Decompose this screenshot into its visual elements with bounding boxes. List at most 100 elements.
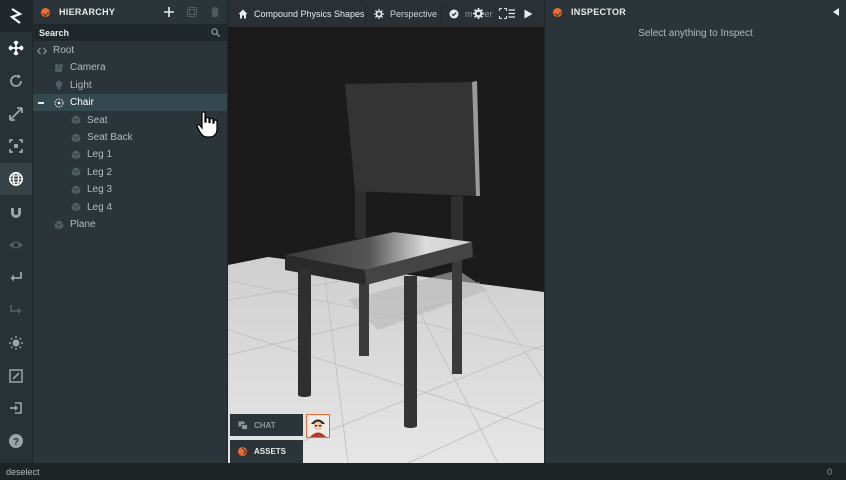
launch-play-button[interactable]: [524, 5, 533, 22]
chat-icon: [238, 421, 248, 430]
chat-label: CHAT: [254, 420, 276, 430]
trash-icon: [211, 7, 219, 17]
tree-item[interactable]: Leg 1: [33, 146, 227, 163]
hand-cursor-icon: [196, 111, 218, 138]
tree-item-label: Light: [70, 79, 92, 91]
duplicate-entity-button[interactable]: [184, 4, 200, 20]
redo-button[interactable]: [0, 294, 32, 326]
move-tool-button[interactable]: [0, 32, 32, 64]
status-count: 0: [826, 466, 832, 477]
layout-icon: [499, 8, 515, 19]
layout-button[interactable]: [499, 5, 515, 22]
cube-icon: [71, 202, 81, 212]
assets-collapse-icon[interactable]: [238, 447, 247, 456]
add-entity-button[interactable]: [161, 4, 177, 20]
tree-item-label: Leg 4: [87, 201, 113, 213]
code-editor-button[interactable]: [0, 360, 32, 392]
help-icon: ?: [9, 434, 23, 448]
scene-viewport[interactable]: Compound Physics Shapes Perspective mast…: [228, 0, 544, 463]
project-home-button[interactable]: Compound Physics Shapes: [234, 5, 369, 22]
delete-entity-button[interactable]: [207, 4, 223, 20]
assets-label: ASSETS: [254, 447, 287, 456]
inspector-empty-message: Select anything to Inspect: [638, 28, 753, 39]
logo-icon[interactable]: [0, 0, 32, 32]
lightmapper-button[interactable]: [0, 327, 32, 359]
camera-icon: [54, 63, 64, 73]
tree-item[interactable]: Plane: [33, 216, 227, 233]
snap-tool-button[interactable]: [0, 196, 32, 228]
collapse-panel-icon[interactable]: [41, 7, 50, 17]
search-icon: [211, 28, 220, 37]
cube-icon: [71, 150, 81, 160]
leg-2: [404, 276, 417, 426]
plus-icon: [164, 7, 174, 17]
tree-item[interactable]: Leg 3: [33, 181, 227, 198]
tree-item-label: Chair: [70, 97, 94, 109]
resize-tool-button[interactable]: [0, 130, 32, 162]
tree-item-label: Leg 1: [87, 149, 113, 161]
collapse-arrow-icon[interactable]: [833, 8, 839, 16]
tree-item-label: Plane: [70, 219, 96, 230]
inspector-title: INSPECTOR: [571, 7, 627, 17]
status-text: deselect: [6, 466, 40, 477]
tree-item-label: Seat Back: [87, 132, 133, 143]
chat-tab[interactable]: CHAT: [230, 414, 303, 436]
viewport-toolbar: Compound Physics Shapes Perspective mast…: [228, 0, 544, 27]
redo-icon: [10, 305, 22, 315]
tree-item-label: Seat: [87, 114, 108, 126]
camera-dropdown[interactable]: Perspective: [371, 5, 441, 22]
search-placeholder: Search: [39, 27, 70, 38]
collapse-toggle-icon[interactable]: [38, 102, 44, 104]
duplicate-icon: [187, 7, 197, 17]
world-tool-button[interactable]: [0, 163, 32, 195]
entity-icon: [54, 98, 64, 108]
magnet-icon: [11, 208, 21, 218]
bulb-icon: [54, 80, 64, 90]
tree-item[interactable]: Leg 4: [33, 199, 227, 216]
gear-icon: [473, 8, 484, 19]
tree-item[interactable]: Chair: [33, 94, 227, 112]
play-icon: [524, 9, 533, 18]
tree-item-label: Root: [53, 45, 75, 56]
cube-icon: [71, 133, 81, 143]
light-icon: [9, 336, 23, 350]
svg-text:?: ?: [13, 437, 19, 448]
status-bar: deselect 0: [0, 463, 846, 480]
scale-icon: [9, 107, 23, 121]
tree-item-label: Leg 2: [87, 166, 113, 178]
rotate-tool-button[interactable]: [0, 65, 32, 97]
hierarchy-panel: HIERARCHY Search Root Camera Light Chair Sea…: [33, 0, 227, 463]
viewport-settings-button[interactable]: [473, 5, 484, 22]
branch-icon: [449, 9, 459, 18]
leg-4: [452, 244, 462, 374]
leg-1: [298, 268, 311, 395]
publish-button[interactable]: [0, 392, 32, 424]
scene-render: [228, 0, 544, 463]
tree-item[interactable]: Camera: [33, 59, 227, 76]
hierarchy-search-input[interactable]: Search: [33, 24, 227, 41]
tree-item-label: Camera: [70, 62, 106, 74]
tree-item-label: Leg 3: [87, 184, 113, 196]
visibility-tool-button[interactable]: [0, 229, 32, 261]
tree-item[interactable]: Light: [33, 77, 227, 94]
scale-tool-button[interactable]: [0, 98, 32, 130]
cube-icon: [71, 185, 81, 195]
undo-button[interactable]: [0, 261, 32, 293]
home-icon: [238, 9, 248, 18]
inspector-collapse-icon[interactable]: [553, 7, 562, 17]
hierarchy-header: HIERARCHY: [33, 0, 227, 24]
help-button[interactable]: ?: [0, 425, 32, 457]
project-name: Compound Physics Shapes: [254, 8, 365, 19]
user-avatar[interactable]: [306, 414, 330, 438]
inspector-panel: INSPECTOR Select anything to Inspect: [545, 0, 846, 463]
seat-back: [345, 82, 476, 196]
tree-item[interactable]: Root: [33, 42, 227, 59]
settings-icon: [374, 8, 384, 19]
branch-button[interactable]: master: [447, 5, 495, 22]
hierarchy-title: HIERARCHY: [59, 7, 116, 17]
assets-tab[interactable]: ASSETS: [230, 440, 303, 463]
resize-icon: [9, 139, 23, 153]
tree-item[interactable]: Leg 2: [33, 164, 227, 181]
publish-icon: [10, 402, 22, 414]
rotate-icon: [10, 74, 22, 87]
